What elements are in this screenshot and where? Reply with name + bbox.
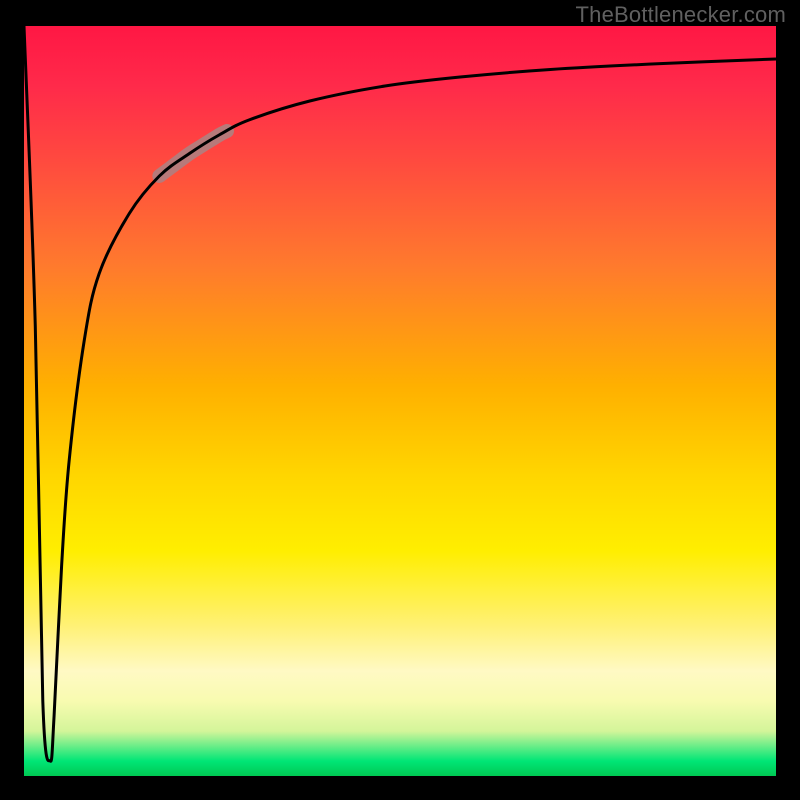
curve-svg — [24, 26, 776, 776]
attribution-text: TheBottlenecker.com — [576, 2, 786, 28]
plot-area — [24, 26, 776, 776]
chart-frame: TheBottlenecker.com — [0, 0, 800, 800]
bottleneck-curve-line — [24, 26, 776, 761]
